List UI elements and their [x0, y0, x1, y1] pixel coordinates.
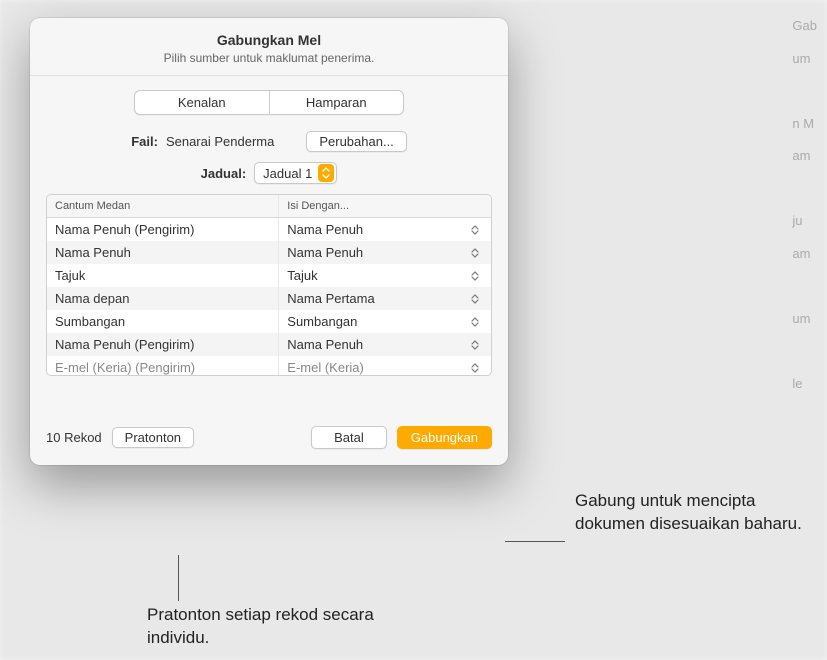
mail-merge-dialog: Gabungkan Mel Pilih sumber untuk makluma…	[30, 18, 508, 465]
table-row: Sumbangan Sumbangan	[47, 310, 491, 333]
source-segmented-control: Kenalan Hamparan	[134, 90, 404, 115]
merge-field-cell: E-mel (Keria) (Pengirim)	[47, 356, 279, 375]
table-row: Jadual: Jadual 1	[46, 162, 492, 184]
chevron-updown-icon	[471, 248, 483, 258]
fill-with-value: Nama Pertama	[287, 291, 374, 306]
chevron-updown-icon	[471, 271, 483, 281]
fill-with-value: Nama Penuh	[287, 337, 363, 352]
chevron-updown-icon	[318, 164, 334, 182]
dialog-body: Kenalan Hamparan Fail: Senarai Penderma …	[30, 76, 508, 386]
fill-with-value: Sumbangan	[287, 314, 357, 329]
merge-field-cell: Tajuk	[47, 264, 279, 287]
file-row: Fail: Senarai Penderma Perubahan...	[46, 131, 492, 152]
merge-field-cell: Nama Penuh	[47, 241, 279, 264]
record-count: 10 Rekod	[46, 430, 102, 445]
fill-with-cell[interactable]: Nama Penuh	[279, 241, 491, 264]
fill-with-value: Nama Penuh	[287, 222, 363, 237]
field-mapping-table: Cantum Medan Isi Dengan... Nama Penuh (P…	[46, 194, 492, 376]
table-row: Nama depan Nama Pertama	[47, 287, 491, 310]
background-blurred-text: Gabumn Mamjuamumle	[792, 10, 817, 400]
table-row: Tajuk Tajuk	[47, 264, 491, 287]
tab-spreadsheet[interactable]: Hamparan	[270, 91, 404, 114]
callout-preview: Pratonton setiap rekod secara individu.	[147, 604, 427, 650]
merge-field-cell: Nama Penuh (Pengirim)	[47, 218, 279, 241]
fill-with-cell[interactable]: Tajuk	[279, 264, 491, 287]
column-header-fill-with: Isi Dengan...	[279, 195, 491, 217]
change-file-button[interactable]: Perubahan...	[306, 131, 406, 152]
file-label: Fail:	[131, 134, 158, 149]
table-selected-value: Jadual 1	[263, 166, 312, 181]
merge-field-cell: Sumbangan	[47, 310, 279, 333]
table-header-row: Cantum Medan Isi Dengan...	[47, 195, 491, 218]
dialog-footer: 10 Rekod Pratonton Batal Gabungkan	[30, 412, 508, 465]
fill-with-cell[interactable]: E-mel (Keria)	[279, 356, 491, 375]
chevron-updown-icon	[471, 363, 483, 373]
table-select[interactable]: Jadual 1	[254, 162, 337, 184]
fill-with-value: E-mel (Keria)	[287, 360, 364, 375]
chevron-updown-icon	[471, 340, 483, 350]
fill-with-cell[interactable]: Nama Penuh	[279, 333, 491, 356]
table-row: Nama Penuh (Pengirim) Nama Penuh	[47, 333, 491, 356]
dialog-header: Gabungkan Mel Pilih sumber untuk makluma…	[30, 18, 508, 76]
cancel-button[interactable]: Batal	[311, 426, 387, 449]
table-row: Nama Penuh (Pengirim) Nama Penuh	[47, 218, 491, 241]
tab-contacts[interactable]: Kenalan	[135, 91, 270, 114]
fill-with-cell[interactable]: Nama Penuh	[279, 218, 491, 241]
chevron-updown-icon	[471, 225, 483, 235]
merge-field-cell: Nama depan	[47, 287, 279, 310]
table-row: Nama Penuh Nama Penuh	[47, 241, 491, 264]
table-body: Nama Penuh (Pengirim)Nama PenuhNama Penu…	[47, 218, 491, 375]
chevron-updown-icon	[471, 294, 483, 304]
merge-field-cell: Nama Penuh (Pengirim)	[47, 333, 279, 356]
fill-with-value: Nama Penuh	[287, 245, 363, 260]
table-label: Jadual:	[201, 166, 247, 181]
merge-button[interactable]: Gabungkan	[397, 426, 492, 449]
column-header-merge-field: Cantum Medan	[47, 195, 279, 217]
callout-merge: Gabung untuk mencipta dokumen disesuaika…	[575, 490, 815, 536]
callout-connector	[505, 541, 565, 542]
fill-with-cell[interactable]: Nama Pertama	[279, 287, 491, 310]
callout-connector	[178, 555, 179, 601]
chevron-updown-icon	[471, 317, 483, 327]
fill-with-cell[interactable]: Sumbangan	[279, 310, 491, 333]
fill-with-value: Tajuk	[287, 268, 317, 283]
dialog-subtitle: Pilih sumber untuk maklumat penerima.	[46, 51, 492, 65]
file-value: Senarai Penderma	[166, 134, 274, 149]
dialog-title: Gabungkan Mel	[46, 32, 492, 48]
preview-button[interactable]: Pratonton	[112, 427, 194, 448]
table-row: E-mel (Keria) (Pengirim) E-mel (Keria)	[47, 356, 491, 375]
